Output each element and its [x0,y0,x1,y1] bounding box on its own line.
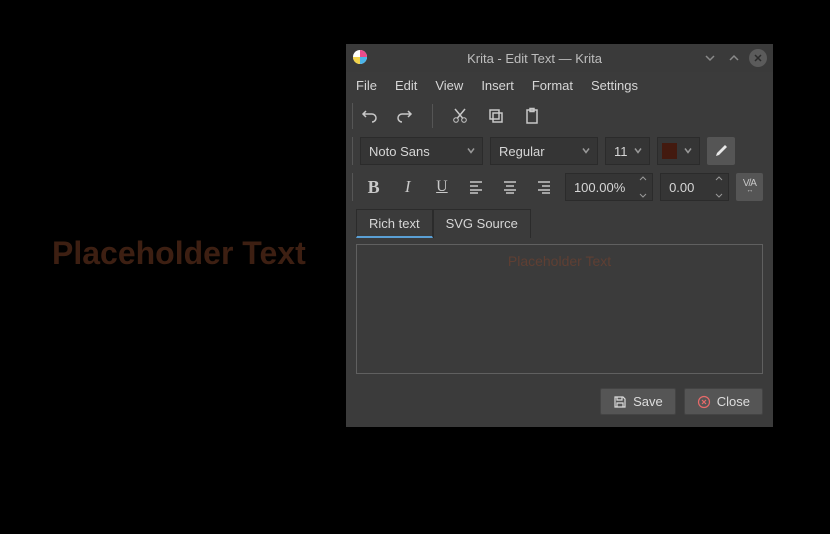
align-right-button[interactable] [531,173,558,201]
font-weight-value: Regular [499,144,545,159]
font-size-combo[interactable]: 11 [605,137,650,165]
italic-button[interactable]: I [394,173,421,201]
menubar: File Edit View Insert Format Settings [346,72,773,99]
redo-icon[interactable] [392,103,418,129]
krita-app-icon [352,49,368,68]
dialog-footer: Save Close [346,380,773,427]
color-picker-button[interactable] [707,137,735,165]
titlebar[interactable]: Krita - Edit Text — Krita [346,44,773,72]
font-color-combo[interactable] [657,137,700,165]
save-button[interactable]: Save [600,388,676,415]
close-label: Close [717,394,750,409]
separator [432,104,433,128]
font-family-value: Noto Sans [369,144,430,159]
minimize-icon[interactable] [701,49,719,67]
format-row: B I U 100.00% 0.00 V/A↔ [346,169,773,205]
text-editor[interactable]: Placeholder Text [356,244,763,374]
line-height-spinner[interactable]: 100.00% [565,173,653,201]
font-family-combo[interactable]: Noto Sans [360,137,483,165]
close-icon[interactable] [749,49,767,67]
close-button[interactable]: Close [684,388,763,415]
undo-icon[interactable] [356,103,382,129]
menu-edit[interactable]: Edit [395,78,417,93]
menu-settings[interactable]: Settings [591,78,638,93]
underline-button[interactable]: U [428,173,455,201]
save-label: Save [633,394,663,409]
bold-button[interactable]: B [360,173,387,201]
paste-icon[interactable] [519,103,545,129]
letter-spacing-spinner[interactable]: 0.00 [660,173,729,201]
spinner-arrows[interactable] [639,176,649,198]
line-height-value: 100.00% [574,180,625,195]
save-icon [613,395,627,409]
color-swatch [662,143,677,159]
align-left-button[interactable] [462,173,489,201]
letter-spacing-value: 0.00 [669,180,694,195]
maximize-icon[interactable] [725,49,743,67]
chevron-down-icon [633,144,643,159]
font-size-value: 11 [614,144,628,159]
menu-view[interactable]: View [435,78,463,93]
title-text: Krita - Edit Text — Krita [374,51,695,66]
edit-toolbar [346,99,773,133]
edit-text-dialog: Krita - Edit Text — Krita File Edit View… [346,44,773,427]
spinner-arrows[interactable] [715,176,725,198]
close-x-icon [697,395,711,409]
editor-wrap: Placeholder Text [346,238,773,380]
tab-rich-text[interactable]: Rich text [356,209,433,238]
canvas-text: Placeholder Text [52,235,306,272]
cut-icon[interactable] [447,103,473,129]
chevron-down-icon [466,144,476,159]
menu-file[interactable]: File [356,78,377,93]
font-weight-combo[interactable]: Regular [490,137,598,165]
editor-tabs: Rich text SVG Source [346,205,773,238]
chevron-down-icon [581,144,591,159]
menu-format[interactable]: Format [532,78,573,93]
tab-svg-source[interactable]: SVG Source [433,209,531,238]
copy-icon[interactable] [483,103,509,129]
menu-insert[interactable]: Insert [481,78,514,93]
align-center-button[interactable] [497,173,524,201]
font-row: Noto Sans Regular 11 [346,133,773,169]
kerning-button[interactable]: V/A↔ [736,173,763,201]
chevron-down-icon [683,144,693,159]
